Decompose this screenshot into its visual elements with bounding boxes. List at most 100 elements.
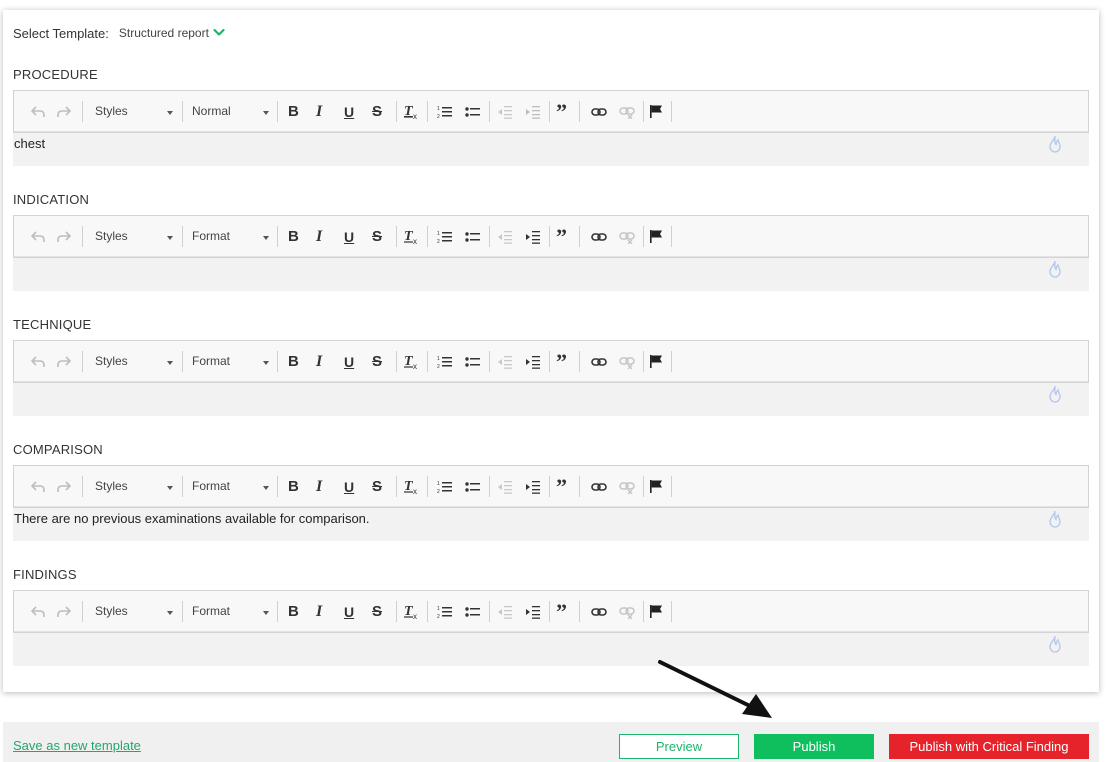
template-dropdown[interactable]: Structured report (119, 26, 209, 40)
undo-icon[interactable] (30, 603, 46, 620)
numbered-list-icon[interactable]: 12 (437, 103, 452, 120)
remove-format-icon[interactable]: Tx (403, 228, 419, 245)
remove-format-icon[interactable]: Tx (403, 478, 419, 495)
italic-button[interactable]: I (316, 228, 322, 245)
italic-button[interactable]: I (316, 478, 322, 495)
undo-icon[interactable] (30, 478, 46, 495)
strikethrough-button[interactable]: S (372, 228, 382, 245)
bold-button[interactable]: B (288, 478, 299, 495)
redo-icon[interactable] (56, 478, 72, 495)
italic-button[interactable]: I (316, 603, 322, 620)
flag-icon[interactable] (649, 103, 663, 120)
decrease-indent-icon[interactable] (498, 478, 512, 495)
unlink-icon[interactable] (619, 228, 635, 245)
blockquote-button[interactable]: ” (556, 226, 567, 248)
strikethrough-button[interactable]: S (372, 603, 382, 620)
editor-content-area[interactable]: chest (13, 133, 1089, 166)
format-dropdown[interactable]: Normal (192, 102, 270, 122)
flag-icon[interactable] (649, 228, 663, 245)
save-as-template-link[interactable]: Save as new template (13, 738, 141, 753)
publish-critical-finding-button[interactable]: Publish with Critical Finding (889, 734, 1089, 759)
italic-button[interactable]: I (316, 353, 322, 370)
blockquote-button[interactable]: ” (556, 101, 567, 123)
numbered-list-icon[interactable]: 12 (437, 603, 452, 620)
flag-icon[interactable] (649, 603, 663, 620)
preview-button[interactable]: Preview (619, 734, 739, 759)
format-dropdown[interactable]: Format (192, 227, 270, 247)
link-icon[interactable] (591, 103, 607, 120)
blockquote-button[interactable]: ” (556, 601, 567, 623)
link-icon[interactable] (591, 478, 607, 495)
remove-format-icon[interactable]: Tx (403, 103, 419, 120)
bullet-list-icon[interactable] (465, 603, 480, 620)
bold-button[interactable]: B (288, 353, 299, 370)
strikethrough-button[interactable]: S (372, 103, 382, 120)
chevron-down-icon[interactable] (213, 24, 225, 42)
undo-icon[interactable] (30, 353, 46, 370)
remove-format-icon[interactable]: Tx (403, 603, 419, 620)
styles-dropdown[interactable]: Styles (95, 352, 175, 372)
numbered-list-icon[interactable]: 12 (437, 478, 452, 495)
blockquote-button[interactable]: ” (556, 476, 567, 498)
bold-button[interactable]: B (288, 603, 299, 620)
numbered-list-icon[interactable]: 12 (437, 228, 452, 245)
unlink-icon[interactable] (619, 478, 635, 495)
numbered-list-icon[interactable]: 12 (437, 353, 452, 370)
unlink-icon[interactable] (619, 353, 635, 370)
italic-button[interactable]: I (316, 103, 322, 120)
redo-icon[interactable] (56, 103, 72, 120)
unlink-icon[interactable] (619, 103, 635, 120)
flag-icon[interactable] (649, 353, 663, 370)
increase-indent-icon[interactable] (526, 603, 540, 620)
styles-dropdown[interactable]: Styles (95, 602, 175, 622)
undo-icon[interactable] (30, 228, 46, 245)
format-dropdown[interactable]: Format (192, 352, 270, 372)
link-icon[interactable] (591, 353, 607, 370)
remove-format-icon[interactable]: Tx (403, 353, 419, 370)
underline-button[interactable]: U (344, 228, 354, 245)
format-dropdown[interactable]: Format (192, 602, 270, 622)
increase-indent-icon[interactable] (526, 478, 540, 495)
redo-icon[interactable] (56, 603, 72, 620)
redo-icon[interactable] (56, 353, 72, 370)
editor-content-area[interactable]: There are no previous examinations avail… (13, 508, 1089, 541)
increase-indent-icon[interactable] (526, 353, 540, 370)
undo-icon[interactable] (30, 103, 46, 120)
toolbar-separator (277, 476, 278, 497)
decrease-indent-icon[interactable] (498, 603, 512, 620)
underline-button[interactable]: U (344, 353, 354, 370)
styles-dropdown[interactable]: Styles (95, 477, 175, 497)
bullet-list-icon[interactable] (465, 228, 480, 245)
styles-dropdown[interactable]: Styles (95, 102, 175, 122)
editor-content-area[interactable] (13, 258, 1089, 291)
link-icon[interactable] (591, 603, 607, 620)
underline-button[interactable]: U (344, 103, 354, 120)
underline-button[interactable]: U (344, 603, 354, 620)
bold-button[interactable]: B (288, 103, 299, 120)
flag-icon[interactable] (649, 478, 663, 495)
rich-text-editor: Styles Format B I U S Tx 12 ” (13, 590, 1089, 666)
editor-content-area[interactable] (13, 383, 1089, 416)
blockquote-button[interactable]: ” (556, 351, 567, 373)
bold-button[interactable]: B (288, 228, 299, 245)
decrease-indent-icon[interactable] (498, 103, 512, 120)
redo-icon[interactable] (56, 228, 72, 245)
publish-button[interactable]: Publish (754, 734, 874, 759)
increase-indent-icon[interactable] (526, 228, 540, 245)
unlink-icon[interactable] (619, 603, 635, 620)
toolbar-separator (549, 226, 550, 247)
fire-icon (1047, 635, 1063, 658)
bullet-list-icon[interactable] (465, 478, 480, 495)
editor-content-area[interactable] (13, 633, 1089, 666)
increase-indent-icon[interactable] (526, 103, 540, 120)
styles-dropdown[interactable]: Styles (95, 227, 175, 247)
bullet-list-icon[interactable] (465, 103, 480, 120)
underline-button[interactable]: U (344, 478, 354, 495)
decrease-indent-icon[interactable] (498, 353, 512, 370)
decrease-indent-icon[interactable] (498, 228, 512, 245)
link-icon[interactable] (591, 228, 607, 245)
strikethrough-button[interactable]: S (372, 353, 382, 370)
strikethrough-button[interactable]: S (372, 478, 382, 495)
bullet-list-icon[interactable] (465, 353, 480, 370)
format-dropdown[interactable]: Format (192, 477, 270, 497)
